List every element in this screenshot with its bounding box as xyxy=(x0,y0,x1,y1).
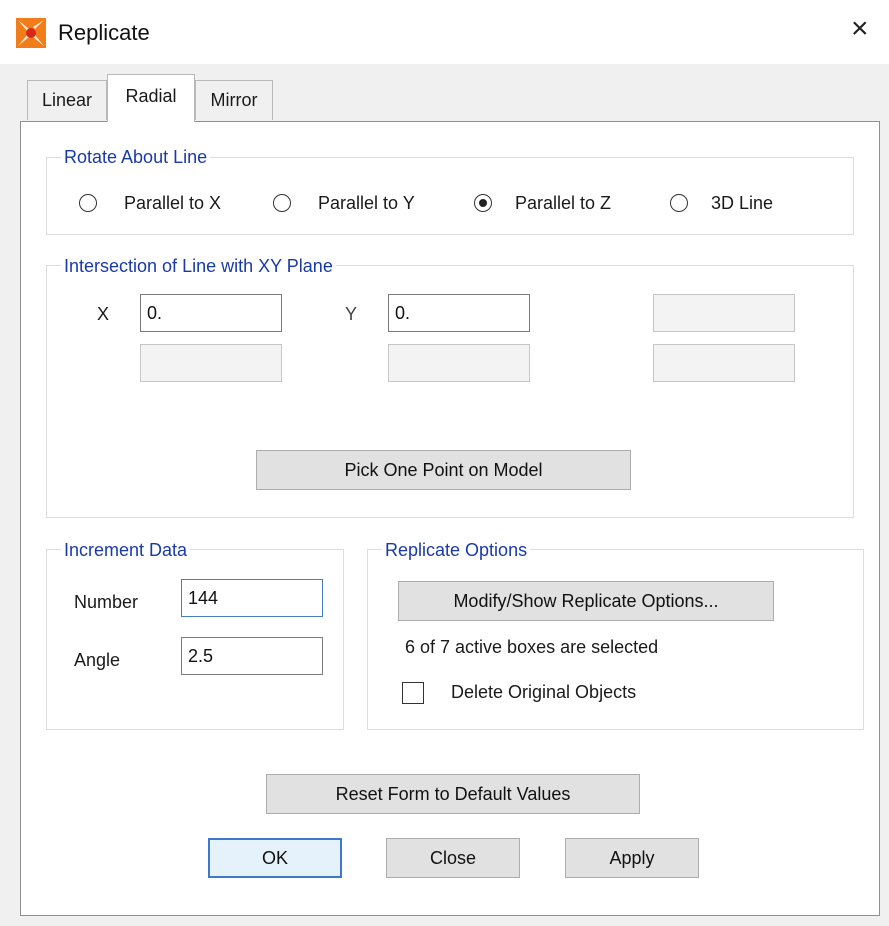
number-input[interactable] xyxy=(181,579,323,617)
delete-original-checkbox[interactable] xyxy=(402,682,424,704)
close-icon[interactable]: × xyxy=(851,14,869,44)
tab-linear[interactable]: Linear xyxy=(27,80,107,120)
radio-parallel-z-label: Parallel to Z xyxy=(515,193,612,213)
radio-parallel-z[interactable] xyxy=(474,194,492,212)
disabled-field-y2 xyxy=(388,344,530,382)
radio-parallel-x-label: Parallel to X xyxy=(124,193,222,213)
intersection-label: Intersection of Line with XY Plane xyxy=(61,255,336,277)
radio-parallel-y[interactable] xyxy=(273,194,291,212)
angle-input[interactable] xyxy=(181,637,323,675)
disabled-field-z2 xyxy=(653,344,795,382)
ok-button[interactable]: OK xyxy=(208,838,342,878)
increment-data-label: Increment Data xyxy=(61,539,191,561)
x-coordinate-input[interactable] xyxy=(140,294,282,332)
apply-button[interactable]: Apply xyxy=(565,838,699,878)
replicate-options-label: Replicate Options xyxy=(382,539,531,561)
radio-3d-line-label: 3D Line xyxy=(711,193,774,213)
x-field-label: X xyxy=(97,304,110,324)
close-button[interactable]: Close xyxy=(386,838,520,878)
number-label: Number xyxy=(74,592,139,612)
radio-3d-line[interactable] xyxy=(670,194,688,212)
delete-original-label: Delete Original Objects xyxy=(451,682,637,702)
disabled-field-z xyxy=(653,294,795,332)
radio-parallel-y-label: Parallel to Y xyxy=(318,193,415,213)
replicate-app-icon xyxy=(16,18,46,48)
tab-mirror[interactable]: Mirror xyxy=(195,80,273,120)
disabled-field-x2 xyxy=(140,344,282,382)
y-field-label: Y xyxy=(345,304,358,324)
reset-defaults-button[interactable]: Reset Form to Default Values xyxy=(266,774,640,814)
pick-point-button[interactable]: Pick One Point on Model xyxy=(256,450,631,490)
modify-replicate-options-button[interactable]: Modify/Show Replicate Options... xyxy=(398,581,774,621)
rotate-about-line-label: Rotate About Line xyxy=(61,146,211,168)
y-coordinate-input[interactable] xyxy=(388,294,530,332)
active-boxes-status: 6 of 7 active boxes are selected xyxy=(405,637,659,657)
tab-radial[interactable]: Radial xyxy=(107,74,195,122)
radio-parallel-x[interactable] xyxy=(79,194,97,212)
window-title: Replicate xyxy=(58,20,150,45)
angle-label: Angle xyxy=(74,650,121,670)
